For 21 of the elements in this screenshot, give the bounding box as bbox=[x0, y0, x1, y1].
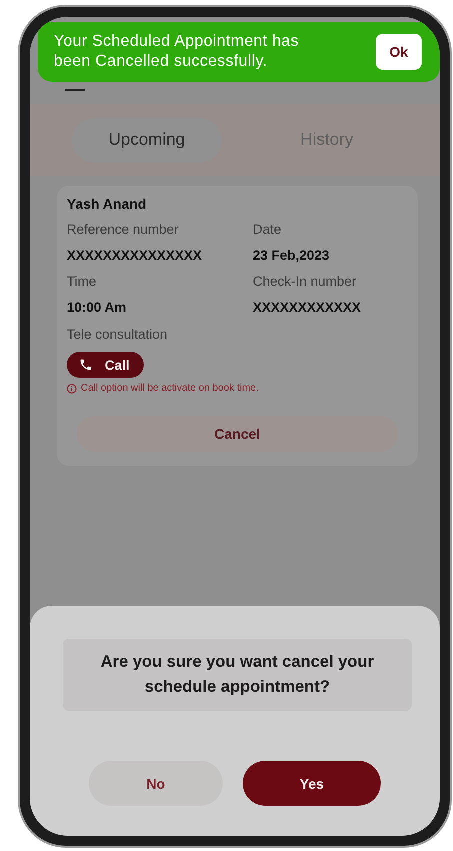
field-value: XXXXXXXXXXXXXXX bbox=[67, 248, 202, 263]
field-value: XXXXXXXXXXXX bbox=[253, 300, 362, 315]
call-notice: Call option will be activate on book time. bbox=[81, 383, 259, 394]
toast-message: Your Scheduled Appointment has been Cancelled successfully. bbox=[54, 32, 300, 72]
field-label: Time bbox=[67, 274, 96, 289]
field-label: Date bbox=[253, 222, 282, 237]
phone-icon bbox=[79, 358, 93, 372]
consultation-type: Tele consultation bbox=[67, 327, 169, 342]
ok-button[interactable]: Ok bbox=[376, 34, 422, 70]
dismiss-button[interactable]: No bbox=[89, 761, 223, 806]
cancel-button[interactable]: Cancel bbox=[77, 416, 398, 452]
field-value: 23 Feb,2023 bbox=[253, 248, 330, 263]
tab[interactable]: Upcoming bbox=[72, 118, 222, 162]
field-label: Check-In number bbox=[253, 274, 357, 289]
patient-name: Yash Anand bbox=[67, 196, 148, 212]
field-label: Reference number bbox=[67, 222, 179, 237]
call-button[interactable]: Call bbox=[67, 352, 144, 378]
confirm-button[interactable]: Yes bbox=[243, 761, 381, 806]
info-icon bbox=[67, 384, 77, 394]
confirm-question: Are you sure you want cancel your schedule appointment? bbox=[63, 639, 412, 711]
field-value: 10:00 Am bbox=[67, 300, 127, 315]
